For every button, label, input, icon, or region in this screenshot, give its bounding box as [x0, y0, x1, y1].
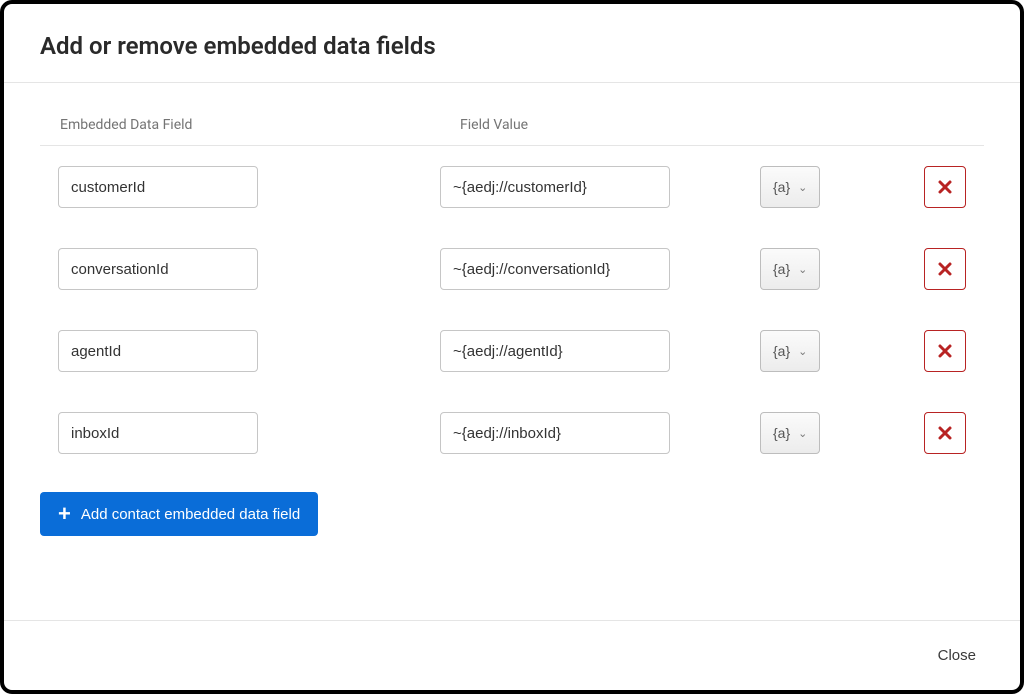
insert-token-button[interactable]: {a} ⌄	[760, 412, 820, 454]
field-value-input[interactable]	[440, 412, 670, 454]
close-icon	[937, 261, 953, 277]
data-field-row: {a} ⌄	[40, 146, 984, 228]
close-icon	[937, 179, 953, 195]
delete-cell	[870, 330, 984, 372]
close-button[interactable]: Close	[930, 641, 984, 670]
data-field-row: {a} ⌄	[40, 310, 984, 392]
insert-token-button[interactable]: {a} ⌄	[760, 248, 820, 290]
field-name-input[interactable]	[58, 330, 258, 372]
chevron-down-icon: ⌄	[798, 427, 807, 440]
delete-row-button[interactable]	[924, 330, 966, 372]
token-cell: {a} ⌄	[750, 330, 870, 372]
chevron-down-icon: ⌄	[798, 345, 807, 358]
field-value-cell	[440, 166, 750, 208]
delete-cell	[870, 166, 984, 208]
token-button-label: {a}	[773, 179, 790, 195]
field-value-input[interactable]	[440, 330, 670, 372]
data-field-row: {a} ⌄	[40, 228, 984, 310]
token-cell: {a} ⌄	[750, 248, 870, 290]
modal-dialog: Add or remove embedded data fields Embed…	[0, 0, 1024, 694]
add-field-button[interactable]: + Add contact embedded data field	[40, 492, 318, 536]
field-name-cell	[40, 248, 440, 290]
columns-header: Embedded Data Field Field Value	[40, 107, 984, 146]
token-button-label: {a}	[773, 425, 790, 441]
field-name-input[interactable]	[58, 412, 258, 454]
add-button-label: Add contact embedded data field	[81, 506, 300, 523]
token-cell: {a} ⌄	[750, 412, 870, 454]
field-value-cell	[440, 248, 750, 290]
chevron-down-icon: ⌄	[798, 263, 807, 276]
close-icon	[937, 425, 953, 441]
add-button-container: + Add contact embedded data field	[40, 474, 984, 536]
modal-body: Embedded Data Field Field Value {a} ⌄	[4, 83, 1020, 620]
column-header-field-value: Field Value	[460, 117, 964, 133]
token-cell: {a} ⌄	[750, 166, 870, 208]
column-header-field-name: Embedded Data Field	[60, 117, 460, 133]
field-name-cell	[40, 166, 440, 208]
field-name-cell	[40, 412, 440, 454]
field-value-input[interactable]	[440, 166, 670, 208]
field-value-cell	[440, 412, 750, 454]
insert-token-button[interactable]: {a} ⌄	[760, 330, 820, 372]
data-field-row: {a} ⌄	[40, 392, 984, 474]
plus-icon: +	[58, 503, 71, 525]
delete-cell	[870, 248, 984, 290]
token-button-label: {a}	[773, 261, 790, 277]
delete-row-button[interactable]	[924, 248, 966, 290]
insert-token-button[interactable]: {a} ⌄	[760, 166, 820, 208]
modal-title: Add or remove embedded data fields	[40, 32, 984, 60]
field-value-cell	[440, 330, 750, 372]
delete-cell	[870, 412, 984, 454]
close-icon	[937, 343, 953, 359]
field-name-input[interactable]	[58, 166, 258, 208]
chevron-down-icon: ⌄	[798, 181, 807, 194]
modal-footer: Close	[4, 620, 1020, 690]
field-name-input[interactable]	[58, 248, 258, 290]
delete-row-button[interactable]	[924, 412, 966, 454]
field-value-input[interactable]	[440, 248, 670, 290]
field-name-cell	[40, 330, 440, 372]
token-button-label: {a}	[773, 343, 790, 359]
delete-row-button[interactable]	[924, 166, 966, 208]
modal-header: Add or remove embedded data fields	[4, 4, 1020, 83]
